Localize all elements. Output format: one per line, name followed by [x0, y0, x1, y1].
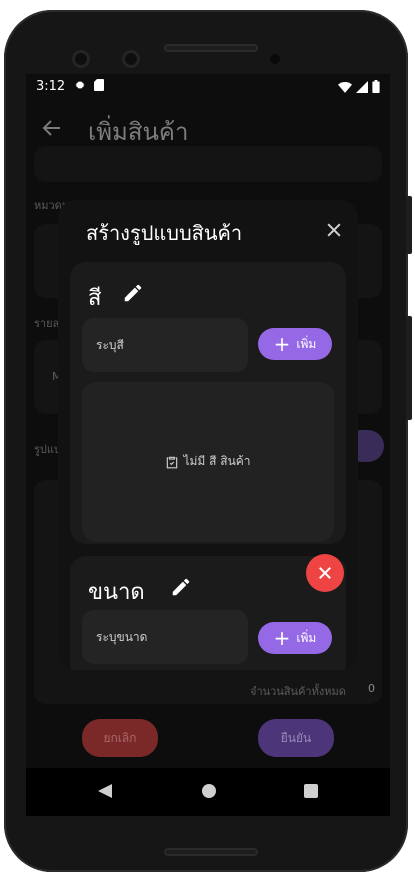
status-icons-right	[338, 80, 380, 93]
cancel-button[interactable]: ยกเลิก	[82, 719, 158, 757]
variants-label: รูปแบ	[34, 443, 61, 456]
size-input-box[interactable]	[82, 610, 248, 664]
size-input[interactable]	[82, 610, 248, 664]
dialog-title: สร้างรูปแบบสินค้า	[86, 221, 243, 245]
status-time: 3:12	[36, 79, 66, 94]
color-card-title: สี	[88, 286, 102, 311]
add-size-button[interactable]: + เพิ่ม	[258, 622, 332, 654]
color-list-empty: ไม่มี สี สินค้า	[82, 382, 334, 542]
power-button	[406, 196, 412, 254]
size-card-title: ขนาด	[88, 580, 145, 605]
proximity-sensor	[270, 54, 280, 64]
add-size-label: เพิ่ม	[296, 630, 317, 645]
close-icon[interactable]	[324, 220, 344, 240]
bottom-speaker	[164, 848, 258, 856]
add-color-button[interactable]: + เพิ่ม	[258, 328, 332, 360]
volume-button	[406, 316, 412, 420]
wifi-icon	[338, 81, 352, 93]
empty-state: ไม่มี สี สินค้า	[82, 452, 334, 471]
confirm-button[interactable]: ยืนยัน	[258, 719, 334, 757]
plus-icon: +	[273, 332, 291, 356]
bg-field-top	[34, 146, 382, 182]
edit-icon[interactable]	[122, 282, 144, 304]
gear-icon	[75, 81, 85, 89]
earpiece-speaker	[164, 44, 258, 52]
signal-icon	[356, 80, 368, 93]
nav-recents-icon[interactable]	[304, 784, 318, 798]
clipboard-check-icon	[167, 456, 178, 468]
empty-text: ไม่มี สี สินค้า	[183, 454, 251, 468]
total-label: จำนวนสินค้าทั้งหมด	[250, 685, 346, 698]
delete-card-button[interactable]	[306, 554, 344, 592]
color-card: สี + เพิ่ม ไม่มี สี สินค้า	[70, 262, 346, 544]
battery-icon	[372, 80, 380, 93]
nav-home-icon[interactable]	[202, 784, 216, 798]
front-camera-icon	[122, 50, 140, 68]
plus-icon: +	[273, 626, 291, 650]
close-icon	[319, 567, 331, 579]
screen: 3:12 เพิ่มสินค้า หมวดหมู่สินค้า รายละ M …	[26, 74, 390, 816]
color-input[interactable]	[82, 318, 248, 372]
total-value: 0	[368, 682, 375, 695]
nav-back-icon[interactable]	[98, 784, 112, 798]
add-color-label: เพิ่ม	[296, 336, 317, 351]
color-input-box[interactable]	[82, 318, 248, 372]
system-nav-bar	[26, 768, 390, 816]
edit-icon[interactable]	[170, 576, 192, 598]
front-camera-icon	[72, 50, 90, 68]
size-card: ขนาด + เพิ่ม	[70, 556, 346, 670]
status-bar: 3:12	[26, 74, 390, 100]
arrow-back-icon[interactable]	[40, 116, 64, 140]
create-variant-dialog: สร้างรูปแบบสินค้า สี + เพิ่ม ไม่มี สี สิ…	[58, 200, 358, 670]
sd-card-icon	[94, 79, 104, 91]
status-icons-left	[74, 79, 104, 91]
